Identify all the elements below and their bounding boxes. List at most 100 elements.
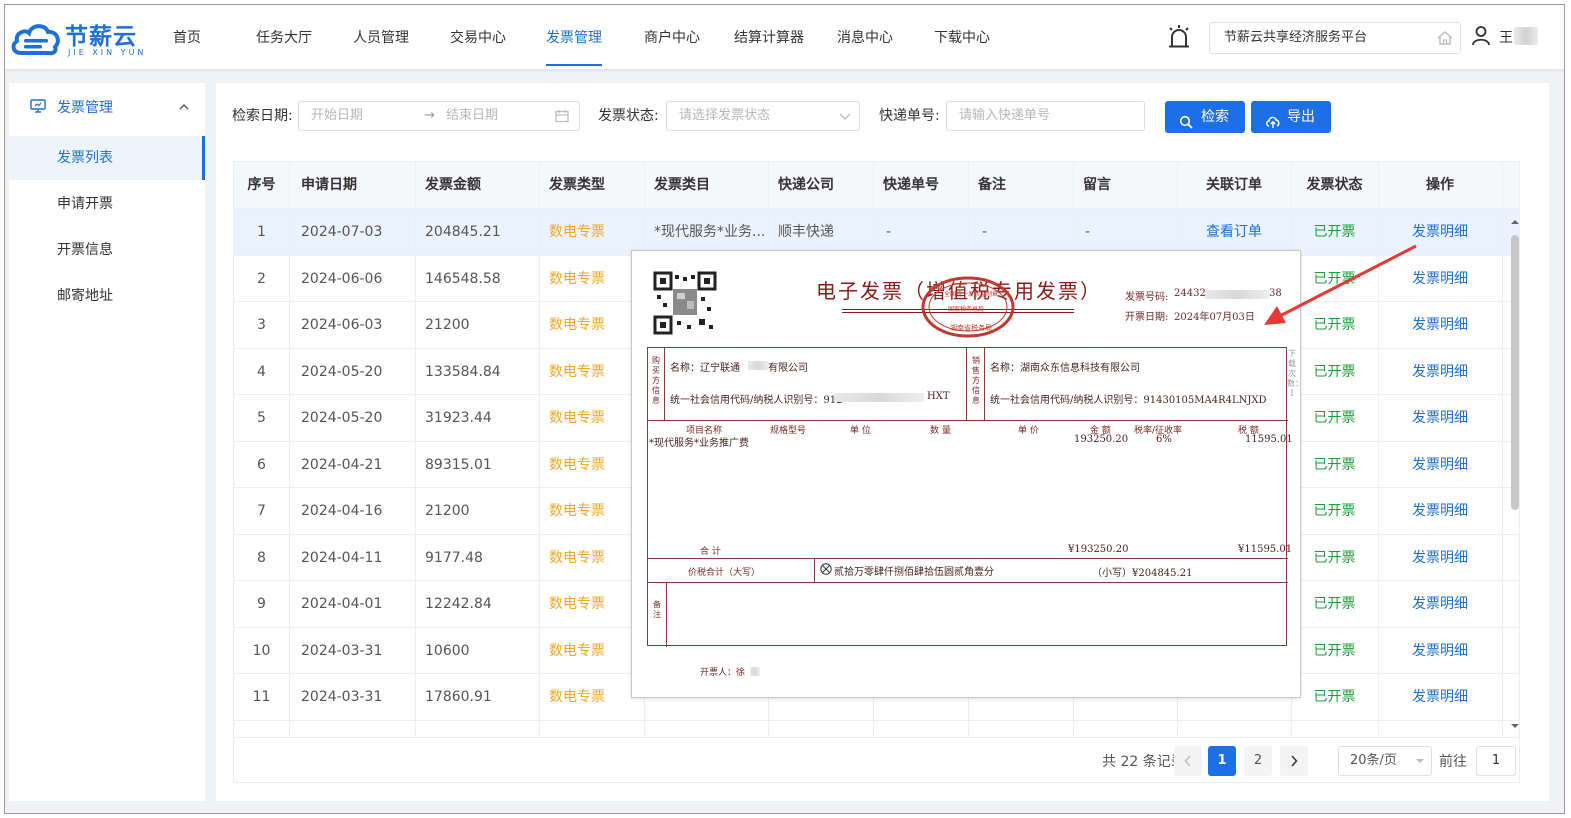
chevron-left-icon [1184,755,1191,767]
cell-amount: 10600 [425,642,470,659]
sidebar: 发票管理 发票列表 申请开票 开票信息 邮寄地址 [9,83,205,801]
next-page-button[interactable] [1280,746,1308,776]
column-divider [1502,162,1503,782]
cell-action[interactable]: 发票明细 [1378,535,1502,581]
scrollbar-thumb[interactable] [1511,235,1519,510]
quantity-header: 数 量 [930,426,951,436]
date-label: 检索日期: [232,108,293,124]
column-divider [415,162,416,782]
column-header-status: 发票状态 [1306,177,1363,193]
seller-side-label: 销售方信息 [972,356,980,405]
platform-selector[interactable]: 节薪云共享经济服务平台 [1209,22,1461,54]
page-size-value: 20条/页 [1350,753,1397,768]
cloud-upload-icon [1265,109,1281,141]
cell-date: 2024-04-21 [301,456,383,473]
table-scrollbar[interactable] [1522,208,1538,728]
express-number-input[interactable]: 请输入快递单号 [946,101,1145,131]
cell-status: 已开票 [1313,503,1356,519]
prev-page-button[interactable] [1174,746,1202,776]
page-size-select[interactable]: 20条/页 [1338,746,1432,776]
cell-message: - [1085,224,1091,240]
cell-status: 已开票 [1313,456,1356,473]
nav-invoice[interactable]: 发票管理 [546,5,602,69]
cell-action[interactable]: 发票明细 [1378,442,1502,488]
cell-amount: 133584.84 [425,363,501,380]
cell-no: 5 [257,410,266,426]
seal-text-mid: 国家税务总局 [948,306,985,313]
cell-type: 数电专票 [549,549,605,566]
sidebar-item-apply-invoice[interactable]: 申请开票 [9,182,205,226]
goto-page-input[interactable]: 1 [1476,746,1516,776]
item-tax: 11595.01 [1245,434,1293,445]
cell-date: 2024-03-31 [301,642,383,659]
cell-amount: 21200 [425,317,470,333]
app-frame: 节薪云 JIE XIN YUN 首页 任务大厅 人员管理 交易中心 发票管理 商… [4,4,1565,814]
scroll-down-icon[interactable] [1510,723,1520,729]
user-icon[interactable] [1471,25,1491,47]
cell-action[interactable]: 发票明细 [1378,349,1502,395]
search-button-label: 检索 [1201,109,1229,125]
form-line [664,348,665,420]
annotation-arrow-icon [1264,244,1417,325]
form-line [666,582,667,647]
cell-type: 数电专票 [549,642,605,659]
cross-circle-icon [820,563,832,575]
qr-code-icon [653,271,717,335]
nav-calculator[interactable]: 结算计算器 [734,5,804,69]
cell-action[interactable]: 发票明细 [1378,488,1502,534]
column-header-action: 操作 [1426,177,1454,193]
logo-text: 节薪云 [65,24,137,50]
cell-type: 数电专票 [549,363,605,380]
calendar-icon [555,110,569,123]
column-header-remark: 备注 [978,177,1006,193]
cell-no: 6 [257,456,266,473]
page-2-button[interactable]: 2 [1244,746,1272,776]
cell-no: 10 [252,642,271,659]
sidebar-item-invoice-list[interactable]: 发票列表 [9,136,205,180]
column-header-type: 发票类型 [549,177,605,193]
logo[interactable]: 节薪云 JIE XIN YUN [11,17,151,61]
item-name: *现代服务*业务推广费 [649,438,749,449]
cell-action[interactable]: 发票明细 [1378,395,1502,441]
cell-no: 4 [257,363,266,380]
table-header: 序号 申请日期 发票金额 发票类型 发票类目 快递公司 快递单号 备注 留言 关… [234,162,1519,209]
cell-amount: 31923.44 [425,410,492,426]
status-select[interactable]: 请选择发票状态 [666,101,860,131]
unit-header: 单 位 [850,426,871,436]
cell-action[interactable]: 发票明细 [1378,628,1502,674]
nav-home[interactable]: 首页 [173,5,201,69]
user-name[interactable]: 王 [1499,27,1513,47]
cell-type: 数电专票 [549,410,605,426]
sidebar-item-mailing-address[interactable]: 邮寄地址 [9,274,205,318]
nav-messages[interactable]: 消息中心 [837,5,893,69]
scroll-up-icon[interactable] [1510,219,1520,225]
cell-type: 数电专票 [549,503,605,519]
cell-status: 已开票 [1313,549,1356,566]
export-button[interactable]: 导出 [1251,101,1331,133]
page-1-button[interactable]: 1 [1208,746,1236,776]
nav-downloads[interactable]: 下载中心 [934,5,990,69]
cell-date: 2024-03-31 [301,689,383,705]
express-input-placeholder: 请输入快递单号 [959,108,1051,123]
end-date-input[interactable]: 结束日期 [446,102,498,130]
nav-trade[interactable]: 交易中心 [450,5,506,69]
nav-task-hall[interactable]: 任务大厅 [256,5,312,69]
cell-date: 2024-06-06 [301,270,383,287]
cell-status: 已开票 [1313,410,1356,426]
chevron-up-icon [179,104,189,110]
cell-action[interactable]: 发票明细 [1378,674,1502,720]
sidebar-group-invoice[interactable]: 发票管理 [9,83,205,131]
buyer-name-suffix: 有限公司 [768,363,808,374]
cell-action[interactable]: 发票明细 [1378,581,1502,627]
buyer-tax-id-suffix: HXT [927,391,950,402]
invoice-number-label: 发票号码: [1125,292,1169,303]
start-date-input[interactable]: 开始日期 [311,102,363,130]
sidebar-item-invoice-info[interactable]: 开票信息 [9,228,205,272]
alarm-bell-icon[interactable] [1167,24,1191,50]
chevron-right-icon [1291,755,1298,767]
search-button[interactable]: 检索 [1165,101,1245,133]
nav-merchant[interactable]: 商户中心 [644,5,700,69]
date-range-picker[interactable]: 开始日期 → 结束日期 [298,101,580,131]
form-line [648,420,1288,421]
nav-staff[interactable]: 人员管理 [353,5,409,69]
